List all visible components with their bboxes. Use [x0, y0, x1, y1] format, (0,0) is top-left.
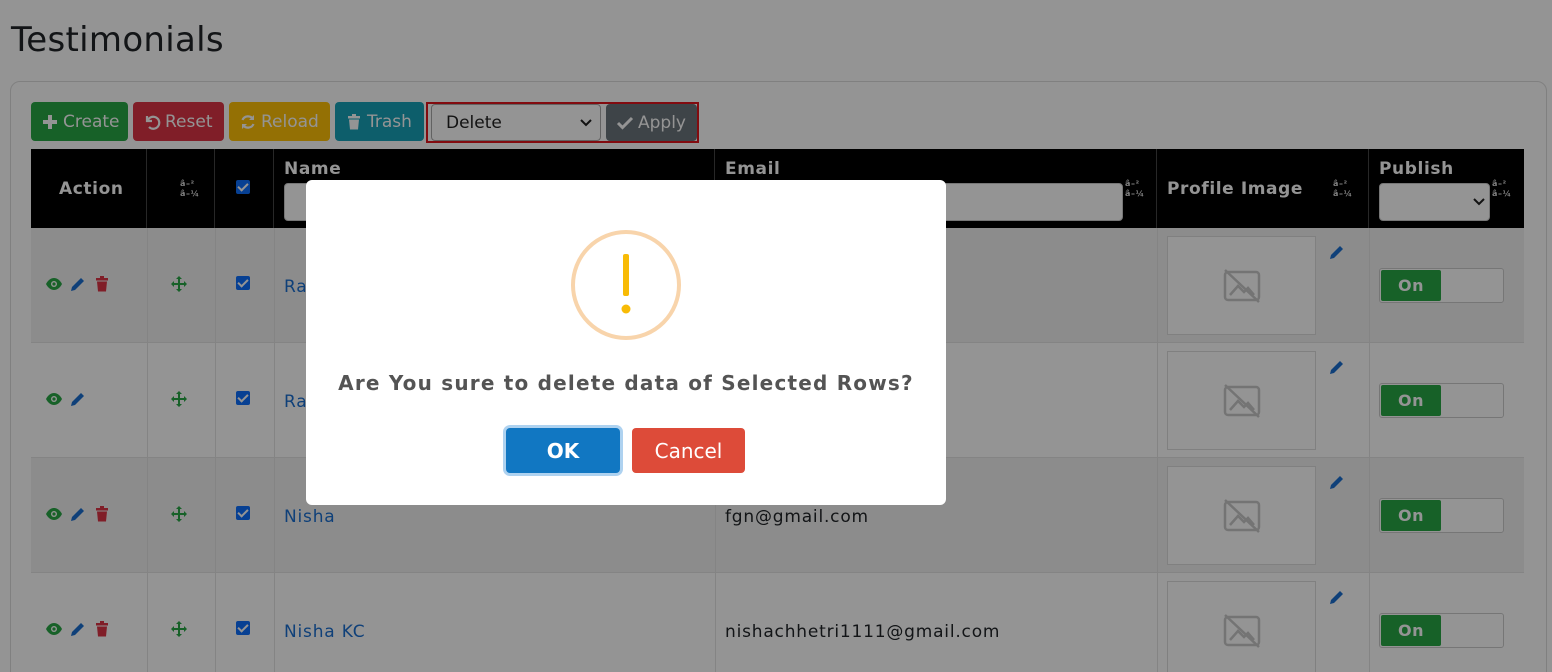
cancel-button[interactable]: Cancel: [632, 428, 745, 473]
exclamation-mark: [621, 254, 631, 314]
exclamation-icon: [575, 234, 677, 336]
confirm-dialog: Are You sure to delete data of Selected …: [306, 180, 946, 505]
ok-button[interactable]: OK: [506, 428, 620, 473]
dialog-message: Are You sure to delete data of Selected …: [338, 371, 914, 395]
warning-icon-ring: [571, 230, 681, 340]
